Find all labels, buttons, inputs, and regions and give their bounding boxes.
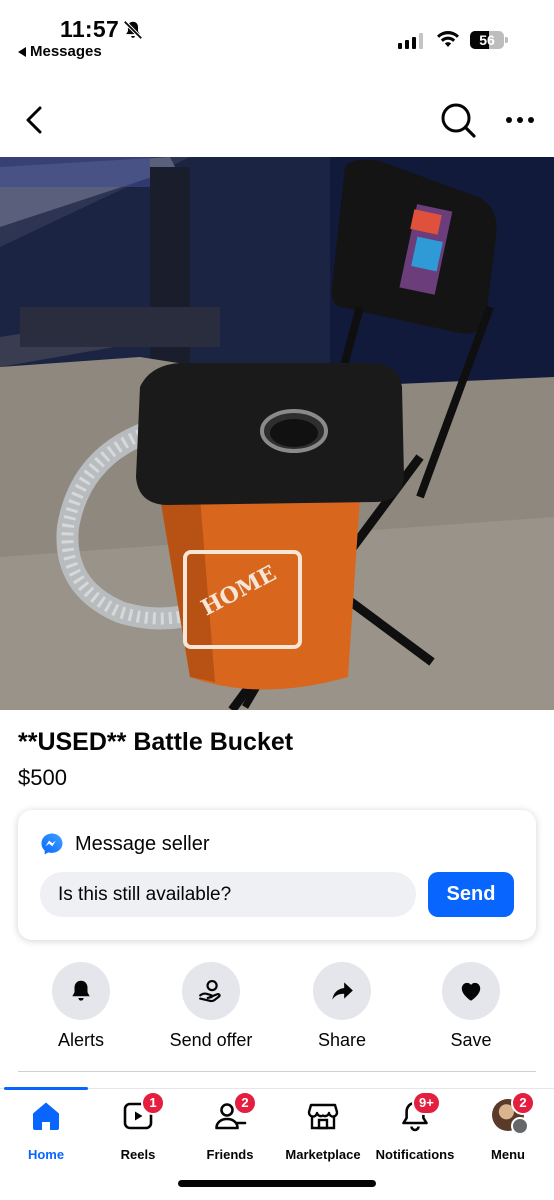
listing-title: **USED** Battle Bucket bbox=[18, 728, 294, 756]
heart-icon bbox=[461, 982, 481, 1001]
bell-icon bbox=[72, 980, 90, 1001]
friends-badge: 2 bbox=[233, 1091, 257, 1115]
save-circle bbox=[442, 962, 500, 1020]
tab-reels[interactable]: 1 Reels bbox=[96, 1091, 180, 1162]
chevron-left-icon[interactable] bbox=[16, 100, 52, 140]
message-seller-card: Message seller Is this still available? … bbox=[18, 810, 536, 940]
active-tab-indicator bbox=[4, 1087, 88, 1090]
save-label: Save bbox=[450, 1030, 492, 1050]
bell-slash-icon bbox=[123, 20, 143, 40]
tab-notifications[interactable]: 9+ Notifications bbox=[372, 1091, 458, 1162]
share-circle bbox=[313, 962, 371, 1020]
menu-badge: 2 bbox=[511, 1091, 535, 1115]
home-indicator[interactable] bbox=[178, 1180, 376, 1187]
offer-icon bbox=[199, 979, 221, 1003]
listing-photo-illustration: HOME bbox=[0, 157, 554, 710]
alerts-label: Alerts bbox=[57, 1030, 104, 1050]
send-button[interactable]: Send bbox=[428, 872, 514, 917]
messenger-icon bbox=[41, 833, 63, 855]
wifi-icon bbox=[437, 31, 459, 47]
search-icon[interactable] bbox=[438, 100, 478, 140]
listing-photo[interactable]: HOME bbox=[0, 157, 554, 710]
tab-home-label: Home bbox=[27, 1147, 65, 1162]
battery-icon: 56 bbox=[470, 31, 508, 49]
home-icon bbox=[33, 1102, 59, 1130]
tab-menu[interactable]: 2 Menu bbox=[466, 1091, 550, 1162]
back-triangle-icon bbox=[18, 46, 26, 57]
tab-friends-label: Friends bbox=[206, 1147, 254, 1162]
marketplace-icon bbox=[307, 1103, 339, 1130]
share-button[interactable]: Share bbox=[277, 962, 407, 1051]
tab-marketplace-label: Marketplace bbox=[285, 1147, 361, 1162]
battery-percent: 56 bbox=[479, 32, 495, 48]
listing-actions: Alerts Send offer Share Save bbox=[0, 962, 554, 1054]
message-input[interactable]: Is this still available? bbox=[40, 872, 416, 917]
send-offer-circle bbox=[182, 962, 240, 1020]
tab-notifications-label: Notifications bbox=[375, 1147, 455, 1162]
message-seller-header: Message seller bbox=[40, 832, 210, 856]
send-offer-button[interactable]: Send offer bbox=[146, 962, 276, 1051]
status-bar: 11:57 Messages 56 bbox=[0, 0, 554, 70]
more-icon[interactable] bbox=[500, 106, 540, 134]
listing-price: $500 bbox=[18, 765, 67, 790]
tab-reels-label: Reels bbox=[120, 1147, 156, 1162]
back-to-messages[interactable]: Messages bbox=[18, 43, 102, 60]
signal-icon bbox=[398, 33, 423, 49]
tab-menu-label: Menu bbox=[491, 1147, 525, 1162]
send-offer-label: Send offer bbox=[169, 1030, 253, 1050]
tab-marketplace[interactable]: Marketplace bbox=[280, 1099, 366, 1162]
status-time: 11:57 bbox=[60, 16, 120, 42]
message-seller-label: Message seller bbox=[75, 832, 210, 855]
share-icon bbox=[332, 982, 353, 1000]
notifications-badge: 9+ bbox=[412, 1091, 441, 1115]
back-app-label: Messages bbox=[30, 43, 102, 60]
save-button[interactable]: Save bbox=[406, 962, 536, 1051]
tab-home[interactable]: Home bbox=[4, 1099, 88, 1162]
menu-icon bbox=[511, 1117, 529, 1135]
alerts-button[interactable]: Alerts bbox=[16, 962, 146, 1051]
reels-badge: 1 bbox=[141, 1091, 165, 1115]
share-label: Share bbox=[317, 1030, 367, 1050]
tab-friends[interactable]: 2 Friends bbox=[188, 1091, 272, 1162]
alerts-circle bbox=[52, 962, 110, 1020]
divider bbox=[18, 1071, 536, 1072]
